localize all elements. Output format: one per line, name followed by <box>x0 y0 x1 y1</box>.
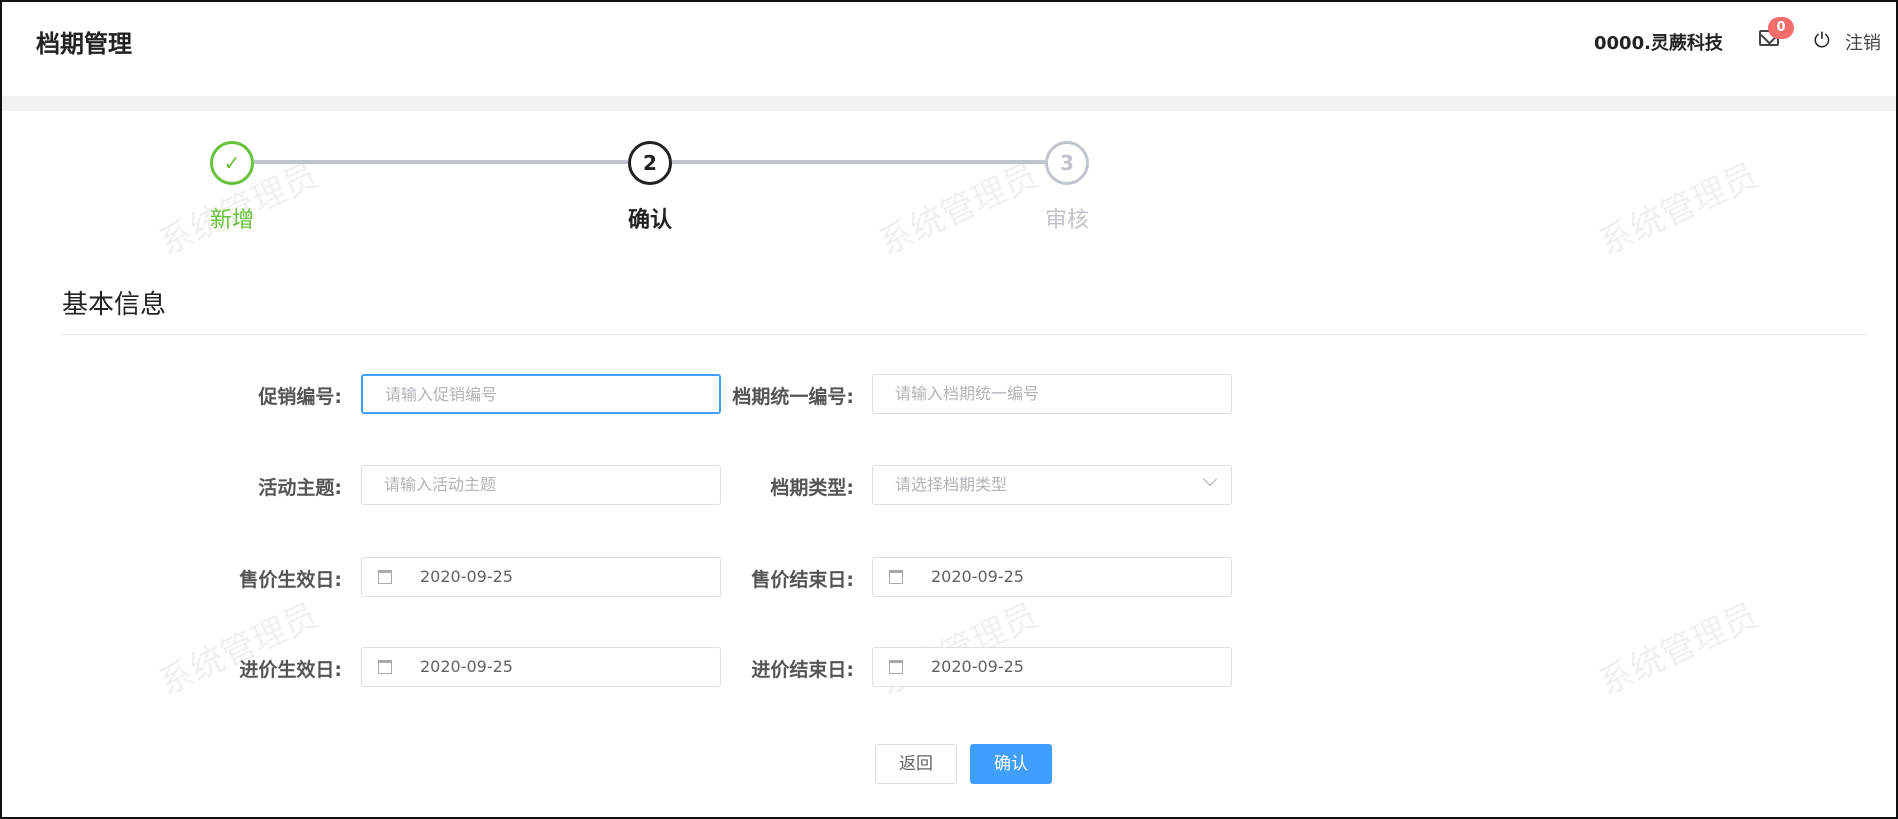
logout-link[interactable]: 注销 <box>1845 29 1881 55</box>
theme-input[interactable]: 请输入活动主题 <box>361 465 721 505</box>
step-connector <box>254 160 628 164</box>
placeholder: 请输入活动主题 <box>384 475 497 494</box>
section-title: 基本信息 <box>62 290 167 320</box>
step-connector <box>672 160 1045 164</box>
step-1-label: 新增 <box>209 208 254 233</box>
placeholder: 请输入档期统一编号 <box>895 384 1040 403</box>
step-3-circle: 3 <box>1045 141 1089 185</box>
promo-no-input[interactable]: 请输入促销编号 <box>361 374 721 414</box>
purchase-start-date[interactable]: 2020-09-25 <box>361 647 721 687</box>
schedule-no-input[interactable]: 请输入档期统一编号 <box>872 374 1232 414</box>
purchase-start-label: 进价生效日: <box>239 659 342 681</box>
step-2-label: 确认 <box>627 208 672 233</box>
placeholder: 请输入促销编号 <box>385 385 498 404</box>
confirm-button[interactable]: 确认 <box>970 744 1052 784</box>
placeholder: 请选择档期类型 <box>895 475 1008 494</box>
calendar-icon <box>889 570 903 584</box>
date-value: 2020-09-25 <box>420 567 513 586</box>
theme-label: 活动主题: <box>258 477 342 499</box>
watermark: 系统管理员 <box>1592 595 1764 704</box>
schedule-type-label: 档期类型: <box>770 477 854 499</box>
header-divider <box>2 96 1896 111</box>
page-title: 档期管理 <box>36 30 132 58</box>
mail-badge: 0 <box>1768 17 1794 39</box>
purchase-end-date[interactable]: 2020-09-25 <box>872 647 1232 687</box>
sale-start-label: 售价生效日: <box>239 569 342 591</box>
schedule-type-select[interactable]: 请选择档期类型 <box>872 465 1232 505</box>
date-value: 2020-09-25 <box>931 657 1024 676</box>
calendar-icon <box>378 570 392 584</box>
date-value: 2020-09-25 <box>420 657 513 676</box>
step-1-check-icon: ✓ <box>210 141 254 185</box>
power-icon[interactable]: ⏻ <box>1814 28 1830 52</box>
sale-end-date[interactable]: 2020-09-25 <box>872 557 1232 597</box>
promo-no-label: 促销编号: <box>258 386 342 408</box>
sale-start-date[interactable]: 2020-09-25 <box>361 557 721 597</box>
purchase-end-label: 进价结束日: <box>751 659 854 681</box>
watermark: 系统管理员 <box>1592 155 1764 264</box>
watermark: 系统管理员 <box>152 595 324 704</box>
calendar-icon <box>378 660 392 674</box>
calendar-icon <box>889 660 903 674</box>
chevron-down-icon <box>1202 471 1218 487</box>
date-value: 2020-09-25 <box>931 567 1024 586</box>
sale-end-label: 售价结束日: <box>751 569 854 591</box>
back-button[interactable]: 返回 <box>875 744 957 784</box>
schedule-no-label: 档期统一编号: <box>732 386 854 408</box>
top-header: 档期管理 0000.灵蕨科技 0 ⏻ 注销 <box>2 2 1896 96</box>
company-name: 0000.灵蕨科技 <box>1594 33 1723 54</box>
section-divider <box>62 334 1866 335</box>
step-3-label: 审核 <box>1044 208 1089 233</box>
step-2-circle: 2 <box>628 141 672 185</box>
